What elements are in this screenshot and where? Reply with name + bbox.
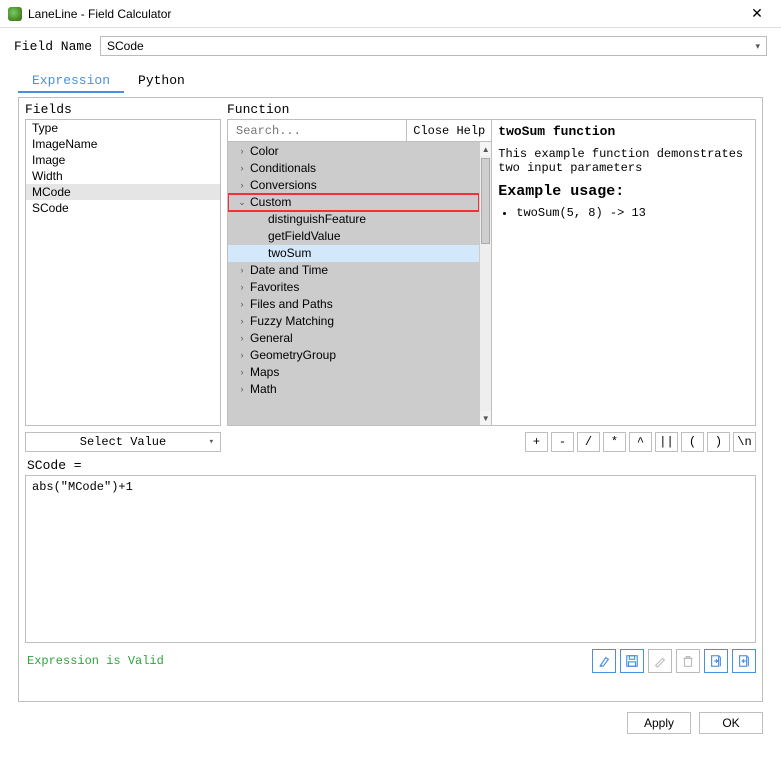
select-value-label: Select Value [80, 435, 166, 449]
help-usage-item: twoSum(5, 8) -> 13 [516, 206, 749, 220]
tree-group[interactable]: ›Files and Paths [228, 296, 479, 313]
field-item[interactable]: Type [26, 120, 220, 136]
fields-header: Fields [25, 102, 221, 119]
close-icon[interactable]: ✕ [741, 0, 773, 28]
expression-editor[interactable]: abs("MCode")+1 [25, 475, 756, 643]
chevron-down-icon: ▾ [755, 41, 760, 52]
function-tree[interactable]: ›Color›Conditionals›Conversions⌄Customdi… [228, 142, 479, 425]
chevron-right-icon: › [236, 364, 248, 381]
validation-status: Expression is Valid [25, 654, 164, 668]
tree-item[interactable]: twoSum [228, 245, 479, 262]
search-input[interactable] [228, 120, 406, 141]
help-desc: This example function demonstrates two i… [498, 147, 749, 175]
tree-group[interactable]: ⌄Custom [228, 194, 479, 211]
help-panel: twoSum function This example function de… [492, 120, 755, 425]
chevron-right-icon: › [236, 313, 248, 330]
help-usage-heading: Example usage: [498, 183, 749, 200]
scroll-up-icon[interactable]: ▲ [480, 142, 491, 156]
edit-icon [648, 649, 672, 673]
tree-group[interactable]: ›Favorites [228, 279, 479, 296]
tab-expression[interactable]: Expression [18, 70, 124, 93]
tree-group[interactable]: ›Maps [228, 364, 479, 381]
field-item[interactable]: ImageName [26, 136, 220, 152]
operator-button[interactable]: * [603, 432, 626, 452]
tree-group[interactable]: ›Conversions [228, 177, 479, 194]
clear-icon[interactable] [592, 649, 616, 673]
function-header: Function [227, 102, 756, 119]
close-help-button[interactable]: Close Help [406, 120, 491, 141]
tree-group-label: Files and Paths [248, 296, 333, 313]
operator-button[interactable]: ) [707, 432, 730, 452]
operator-row: +-/*^||()\n [227, 432, 756, 452]
tree-group-label: Maps [248, 364, 279, 381]
export-icon[interactable] [704, 649, 728, 673]
field-item[interactable]: Image [26, 152, 220, 168]
chevron-right-icon: › [236, 296, 248, 313]
tree-group-label: General [248, 330, 293, 347]
delete-icon [676, 649, 700, 673]
tree-group-label: Conversions [248, 177, 317, 194]
tree-item[interactable]: distinguishFeature [228, 211, 479, 228]
tree-group-label: Fuzzy Matching [248, 313, 334, 330]
field-item[interactable]: MCode [26, 184, 220, 200]
import-icon[interactable] [732, 649, 756, 673]
expression-label: SCode = [27, 458, 756, 473]
tree-group[interactable]: ›Color [228, 143, 479, 160]
chevron-right-icon: › [236, 143, 248, 160]
chevron-right-icon: › [236, 177, 248, 194]
select-value-combo[interactable]: Select Value [25, 432, 221, 452]
chevron-down-icon: ⌄ [236, 194, 248, 211]
field-name-label: Field Name [14, 39, 92, 54]
operator-button[interactable]: || [655, 432, 678, 452]
operator-button[interactable]: - [551, 432, 574, 452]
tree-group[interactable]: ›Date and Time [228, 262, 479, 279]
window-title: LaneLine - Field Calculator [28, 7, 171, 21]
scroll-down-icon[interactable]: ▼ [480, 411, 491, 425]
tree-group-label: Color [248, 143, 279, 160]
app-icon [8, 7, 22, 21]
tree-group-label: GeometryGroup [248, 347, 336, 364]
field-name-value: SCode [107, 39, 144, 53]
chevron-right-icon: › [236, 279, 248, 296]
tree-group[interactable]: ›Math [228, 381, 479, 398]
tree-item[interactable]: getFieldValue [228, 228, 479, 245]
chevron-right-icon: › [236, 160, 248, 177]
help-title: twoSum function [498, 124, 749, 139]
tree-group-label: Custom [248, 194, 291, 211]
tree-group[interactable]: ›GeometryGroup [228, 347, 479, 364]
chevron-right-icon: › [236, 381, 248, 398]
tree-group-label: Favorites [248, 279, 299, 296]
tree-group-label: Conditionals [248, 160, 316, 177]
operator-button[interactable]: ( [681, 432, 704, 452]
field-item[interactable]: SCode [26, 200, 220, 216]
tree-group[interactable]: ›Conditionals [228, 160, 479, 177]
ok-button[interactable]: OK [699, 712, 763, 734]
tree-group[interactable]: ›General [228, 330, 479, 347]
operator-button[interactable]: ^ [629, 432, 652, 452]
field-name-combo[interactable]: SCode ▾ [100, 36, 767, 56]
scroll-thumb[interactable] [481, 158, 490, 244]
fields-list[interactable]: TypeImageNameImageWidthMCodeSCode [25, 119, 221, 426]
save-icon[interactable] [620, 649, 644, 673]
operator-button[interactable]: + [525, 432, 548, 452]
tree-group-label: Math [248, 381, 277, 398]
chevron-right-icon: › [236, 262, 248, 279]
operator-button[interactable]: \n [733, 432, 756, 452]
apply-button[interactable]: Apply [627, 712, 691, 734]
operator-button[interactable]: / [577, 432, 600, 452]
field-item[interactable]: Width [26, 168, 220, 184]
chevron-right-icon: › [236, 347, 248, 364]
tree-group-label: Date and Time [248, 262, 328, 279]
scrollbar[interactable]: ▲ ▼ [479, 142, 491, 425]
tab-python[interactable]: Python [124, 70, 199, 93]
tree-group[interactable]: ›Fuzzy Matching [228, 313, 479, 330]
chevron-right-icon: › [236, 330, 248, 347]
